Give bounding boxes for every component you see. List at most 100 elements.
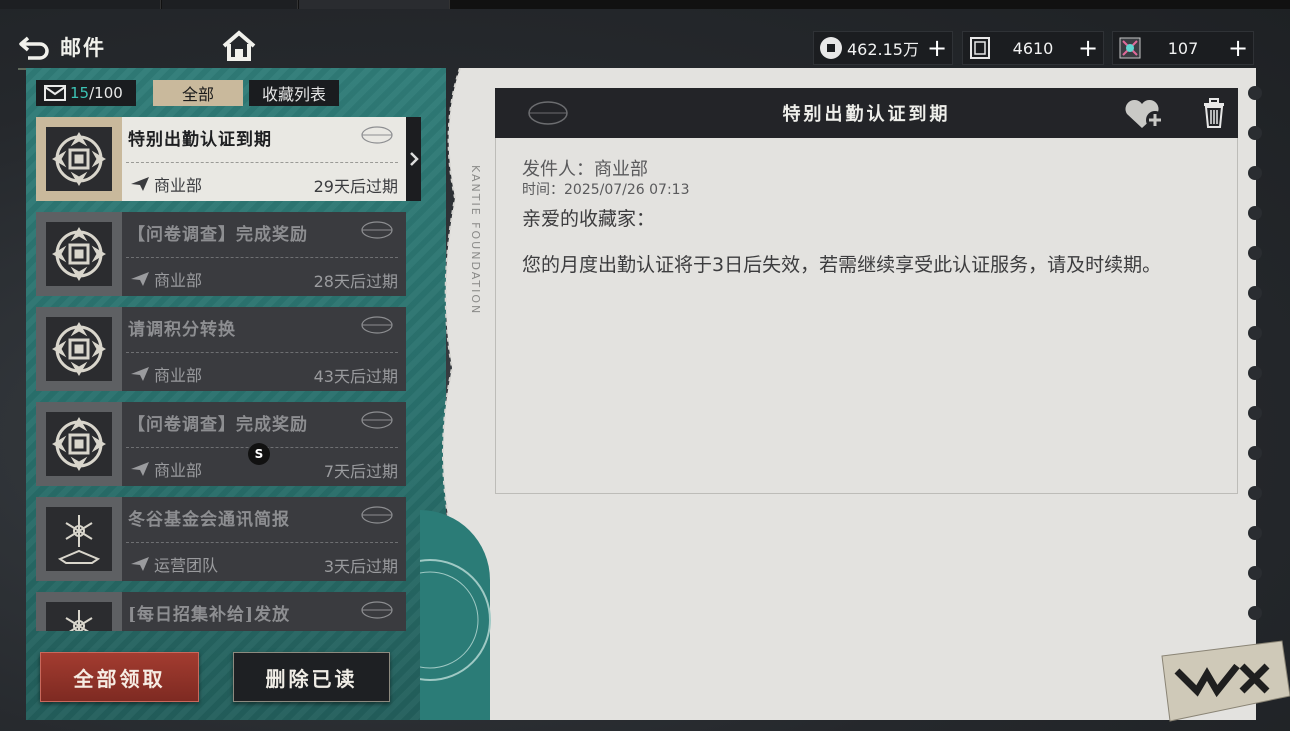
wbx-logo-icon [361, 126, 393, 144]
mail-sender: 商业部 [130, 267, 202, 291]
chevron-right-icon [410, 152, 419, 166]
perforation [1248, 326, 1262, 340]
tab-favorites[interactable]: 收藏列表 [249, 80, 339, 106]
trash-icon[interactable] [1200, 98, 1228, 128]
mail-expiry: 7天后过期 [323, 462, 398, 481]
perforation [1248, 206, 1262, 220]
mail-sender-name: 商业部 [154, 366, 203, 385]
mail-sender-name: 商业部 [154, 461, 203, 480]
browser-tab-strip [0, 0, 1290, 9]
add-coin-button[interactable]: + [922, 33, 952, 63]
favorite-heart-plus-icon[interactable] [1122, 96, 1170, 132]
wbx-logo-icon [528, 101, 568, 125]
mail-item-body: 【问卷调查】完成奖励商业部 28天后过期 [122, 212, 406, 296]
ticket-value: 4610 [1012, 38, 1054, 58]
mail-title: 冬谷基金会通讯简报 [128, 510, 290, 530]
mail-sender: 商业部 [130, 172, 202, 196]
message-body: 您的月度出勤认证将于3日后失效，若需继续享受此认证服务，请及时续期。 [522, 254, 1162, 276]
mail-item[interactable]: 冬谷基金会通讯简报 运营团队 3天后过期 [36, 497, 406, 581]
perforation [1248, 446, 1262, 460]
mail-expiry: 28天后过期 [313, 272, 398, 291]
perforation [1248, 486, 1262, 500]
perforation [1248, 366, 1262, 380]
wbx-logo-icon [361, 221, 393, 239]
page-title: 邮件 [60, 35, 106, 60]
resource-ticket: 4610 + [962, 31, 1104, 65]
mail-expiry: 43天后过期 [313, 367, 398, 386]
mail-sender-name: 商业部 [154, 271, 203, 290]
add-ticket-button[interactable]: + [1073, 33, 1103, 63]
mail-title: 【问卷调查】完成奖励 [128, 225, 308, 245]
mail-divider [126, 257, 398, 258]
mail-divider [126, 162, 398, 163]
perforation [1248, 606, 1262, 620]
coin-icon [820, 37, 842, 59]
coin-value: 462.15万 [847, 40, 919, 59]
resource-crystal: 107 + [1112, 31, 1254, 65]
mail-divider [126, 352, 398, 353]
perforation [1248, 286, 1262, 300]
resource-coin: 462.15万 + [813, 31, 953, 65]
perforation [1248, 126, 1262, 140]
browser-tab-active[interactable] [299, 0, 450, 9]
snowflake-emblem-icon [46, 602, 112, 631]
floating-badge[interactable]: S [248, 443, 270, 465]
paper-plane-icon [131, 272, 149, 286]
mail-sender: 商业部 [130, 457, 202, 481]
perforation [1248, 566, 1262, 580]
foundation-emblem-icon [46, 127, 112, 191]
mail-item-body: 特别出勤认证到期 商业部 29天后过期 [122, 117, 406, 201]
mail-item[interactable]: 【问卷调查】完成奖励商业部 28天后过期 [36, 212, 406, 296]
wbx-logo-icon [361, 316, 393, 334]
mail-sender-name: 商业部 [154, 176, 203, 195]
mail-sender-name: 运营团队 [154, 556, 219, 575]
mail-item-body: 请调积分转换商业部 43天后过期 [122, 307, 406, 391]
mail-list[interactable]: 特别出勤认证到期 商业部 29天后过期 【问卷调查】完成奖励 商业部 28天后过期 请调积分… [36, 117, 421, 631]
paper-plane-icon [131, 367, 149, 381]
message-sender: 发件人：商业部 [522, 159, 648, 180]
browser-tab[interactable] [162, 0, 298, 9]
mail-item-body: 冬谷基金会通讯简报 运营团队 3天后过期 [122, 497, 406, 581]
browser-tab[interactable] [0, 0, 161, 9]
mail-item[interactable]: 特别出勤认证到期 商业部 29天后过期 [36, 117, 421, 201]
add-crystal-button[interactable]: + [1223, 33, 1253, 63]
envelope-icon [44, 85, 66, 101]
message-title: 特别出勤认证到期 [782, 104, 951, 125]
mail-title: 请调积分转换 [128, 320, 236, 340]
wbx-logo-icon [361, 506, 393, 524]
perforation [1248, 166, 1262, 180]
top-bar: 邮件 462.15万 + 4610 + 107 + [0, 9, 1290, 70]
mail-title: 【问卷调查】完成奖励 [128, 415, 308, 435]
ticket-icon [970, 37, 990, 59]
mail-title: [每日招集补给]发放 [128, 605, 291, 625]
perforation [1248, 526, 1262, 540]
wbx-logo-icon [361, 601, 393, 619]
perforation [1248, 246, 1262, 260]
tab-all[interactable]: 全部 [153, 80, 243, 106]
delete-read-button[interactable]: 删除已读 [233, 652, 390, 702]
mail-count: 15 /100 [36, 80, 136, 106]
mail-divider [126, 542, 398, 543]
mail-item[interactable]: 【问卷调查】完成奖励商业部 7天后过期 [36, 402, 406, 486]
back-arrow-icon [19, 36, 49, 60]
perforation [1248, 406, 1262, 420]
back-button[interactable]: 邮件 [18, 25, 208, 69]
mail-thumbnail [36, 307, 122, 391]
wbx-stamp-logo [1161, 640, 1290, 722]
selected-indicator [406, 117, 421, 201]
foundation-seal-icon [420, 510, 491, 720]
mail-expiry: 29天后过期 [313, 177, 398, 196]
foundation-emblem-icon [46, 317, 112, 381]
snowflake-emblem-icon [46, 507, 112, 571]
home-icon[interactable] [220, 29, 258, 63]
crystal-icon [1119, 37, 1141, 59]
mail-item[interactable]: [每日招集补给]发放 [36, 592, 406, 631]
foundation-emblem-icon [46, 412, 112, 476]
mail-thumbnail [36, 117, 122, 201]
mail-sender: 商业部 [130, 362, 202, 386]
mail-thumbnail [36, 497, 122, 581]
collect-all-button[interactable]: 全部领取 [40, 652, 199, 702]
game-screen: 邮件 462.15万 + 4610 + 107 + 15 /100 全部 收藏列… [0, 0, 1290, 731]
mail-item[interactable]: 请调积分转换商业部 43天后过期 [36, 307, 406, 391]
crystal-value: 107 [1167, 38, 1199, 58]
